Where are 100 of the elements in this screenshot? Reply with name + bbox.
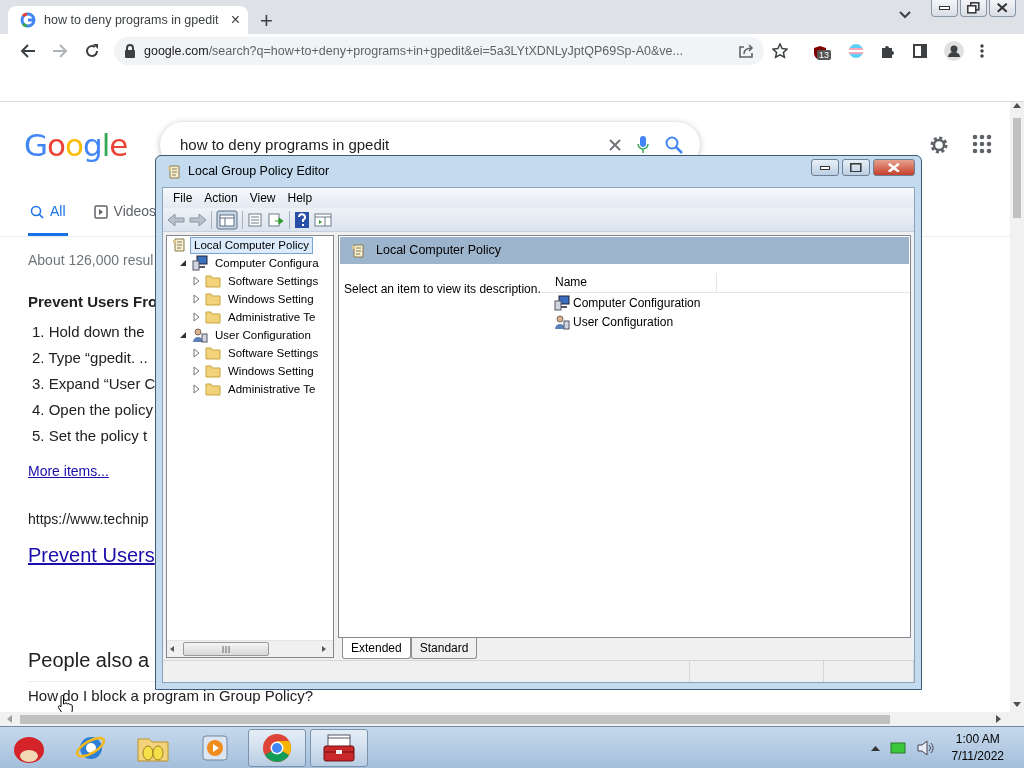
scroll-right-icon[interactable] [996, 715, 1002, 723]
tree-item[interactable]: Administrative Te [167, 380, 333, 398]
date-text: 7/11/2022 [951, 747, 1004, 765]
restore-button[interactable] [960, 0, 987, 17]
play-icon [200, 732, 230, 763]
taskbar-button[interactable] [310, 728, 368, 767]
tree-item[interactable]: User Configuration [167, 326, 333, 344]
clock[interactable]: 1:00 AM 7/11/2022 [951, 730, 1004, 765]
folder-icon [205, 292, 221, 306]
tray-expand-icon[interactable] [870, 744, 880, 751]
speaker-icon[interactable] [915, 739, 934, 756]
scrollbar-thumb[interactable] [20, 714, 890, 724]
view-tab[interactable]: Standard [410, 638, 478, 659]
tree-item[interactable]: Windows Setting [167, 362, 333, 380]
star-icon[interactable] [772, 43, 788, 59]
search-icon [30, 204, 44, 219]
reload-icon[interactable] [84, 43, 100, 59]
address-bar[interactable]: google.com/search?q=how+to+deny+programs+in+gpedit&ei=5a3LYtXDNLyJptQP69Sp-A0&ve... [114, 37, 764, 65]
minimize-button[interactable] [931, 0, 958, 17]
scroll-icon [350, 242, 366, 259]
toggle-icon[interactable] [190, 293, 202, 305]
lock-icon [124, 44, 136, 58]
list-item[interactable]: Computer Configuration [542, 293, 910, 312]
step-text: 1. Hold down the [32, 323, 145, 340]
favicon-icon [20, 12, 36, 28]
export-icon[interactable] [267, 211, 285, 228]
toggle-icon[interactable] [190, 347, 202, 359]
browser-tab[interactable]: how to deny programs in gpedit × [8, 6, 248, 34]
toggle-icon[interactable] [190, 275, 202, 287]
play-square-icon [93, 204, 108, 219]
tree-item[interactable]: Computer Configura [167, 254, 333, 272]
maximize-icon [850, 162, 862, 173]
badge-count: 13 [817, 50, 831, 60]
search-tab[interactable]: All [28, 190, 68, 236]
folder-icon [205, 364, 221, 378]
puzzle-icon[interactable] [880, 43, 896, 59]
scroll-down-icon[interactable] [1013, 702, 1021, 708]
description-text: Select an item to view its description. [343, 281, 542, 298]
profile-icon[interactable] [944, 41, 964, 61]
result-stats: About 126,000 resul [28, 251, 154, 270]
taskbar-button[interactable] [248, 728, 306, 767]
back-icon[interactable] [20, 43, 36, 59]
more-items-link[interactable]: More items... [28, 460, 109, 482]
tree-item[interactable]: Software Settings [167, 344, 333, 362]
settings-icon[interactable] [928, 134, 950, 156]
sidebar-icon[interactable] [912, 43, 928, 59]
apps-icon[interactable] [972, 134, 992, 154]
user-icon [554, 313, 570, 330]
folder-icon [205, 382, 221, 396]
search-icon[interactable] [664, 135, 684, 155]
section-heading: People also a [28, 647, 150, 673]
computer-icon [192, 255, 208, 271]
close-button[interactable] [873, 159, 915, 176]
column-header[interactable]: Name [542, 273, 717, 292]
menu-icon[interactable] [980, 43, 984, 59]
tab-close-button[interactable]: × [230, 12, 240, 28]
list-item[interactable]: User Configuration [542, 312, 910, 331]
share-icon[interactable] [738, 43, 754, 59]
pane-title: Local Computer Policy [376, 242, 502, 260]
tab-title: how to deny programs in gpedit [44, 11, 220, 29]
tree-item[interactable]: Windows Setting [167, 290, 333, 308]
time-text: 1:00 AM [955, 730, 1000, 748]
menu-item[interactable]: Help [281, 189, 319, 207]
chevron-down-icon[interactable] [898, 10, 912, 20]
menu-item[interactable]: View [243, 189, 282, 207]
folder-icon [205, 274, 221, 288]
tree-pane-icon[interactable] [216, 209, 238, 230]
result-title-link[interactable]: Prevent Users [28, 539, 155, 570]
new-tab-button[interactable]: + [260, 10, 273, 32]
tree-item[interactable]: Administrative Te [167, 308, 333, 326]
result-url: https://www.technip [28, 509, 149, 529]
minimize-button[interactable] [811, 159, 839, 176]
menu-item[interactable]: File [167, 189, 199, 207]
toggle-icon[interactable] [190, 383, 202, 395]
scroll-icon [166, 163, 182, 180]
scrollbar-thumb[interactable] [183, 642, 269, 656]
menu-item[interactable]: Action [198, 189, 244, 207]
scroll-icon [171, 237, 187, 253]
tree-item[interactable]: Software Settings [167, 272, 333, 290]
toggle-icon[interactable] [190, 365, 202, 377]
help-icon[interactable] [294, 210, 310, 229]
restore-icon [967, 2, 980, 14]
toggle-icon[interactable] [190, 311, 202, 323]
toolbox-icon [322, 732, 356, 763]
view-tab[interactable]: Extended [342, 638, 411, 659]
maximize-button[interactable] [842, 159, 870, 176]
minimize-icon [939, 6, 950, 10]
logo[interactable]: Google [24, 121, 160, 169]
url-text: google.com/search?q=how+to+deny+programs+in+gpedit&ei=5a3LYtXDNLyJptQP69Sp-A0&ve... [144, 42, 684, 60]
mic-icon[interactable] [636, 135, 650, 155]
step-text: 4. Open the policy [32, 401, 153, 418]
step-text: 2. Type “gpedit. .. [32, 349, 148, 366]
window-title: Local Group Policy Editor [188, 163, 330, 181]
search-tab[interactable]: Videos [91, 190, 159, 236]
folder-icon [205, 310, 221, 324]
scroll-up-icon[interactable] [1013, 102, 1021, 108]
minimize-icon [820, 165, 830, 170]
scrollbar-thumb[interactable] [1013, 118, 1021, 218]
clear-icon[interactable] [608, 138, 622, 152]
close-button[interactable] [989, 0, 1016, 17]
